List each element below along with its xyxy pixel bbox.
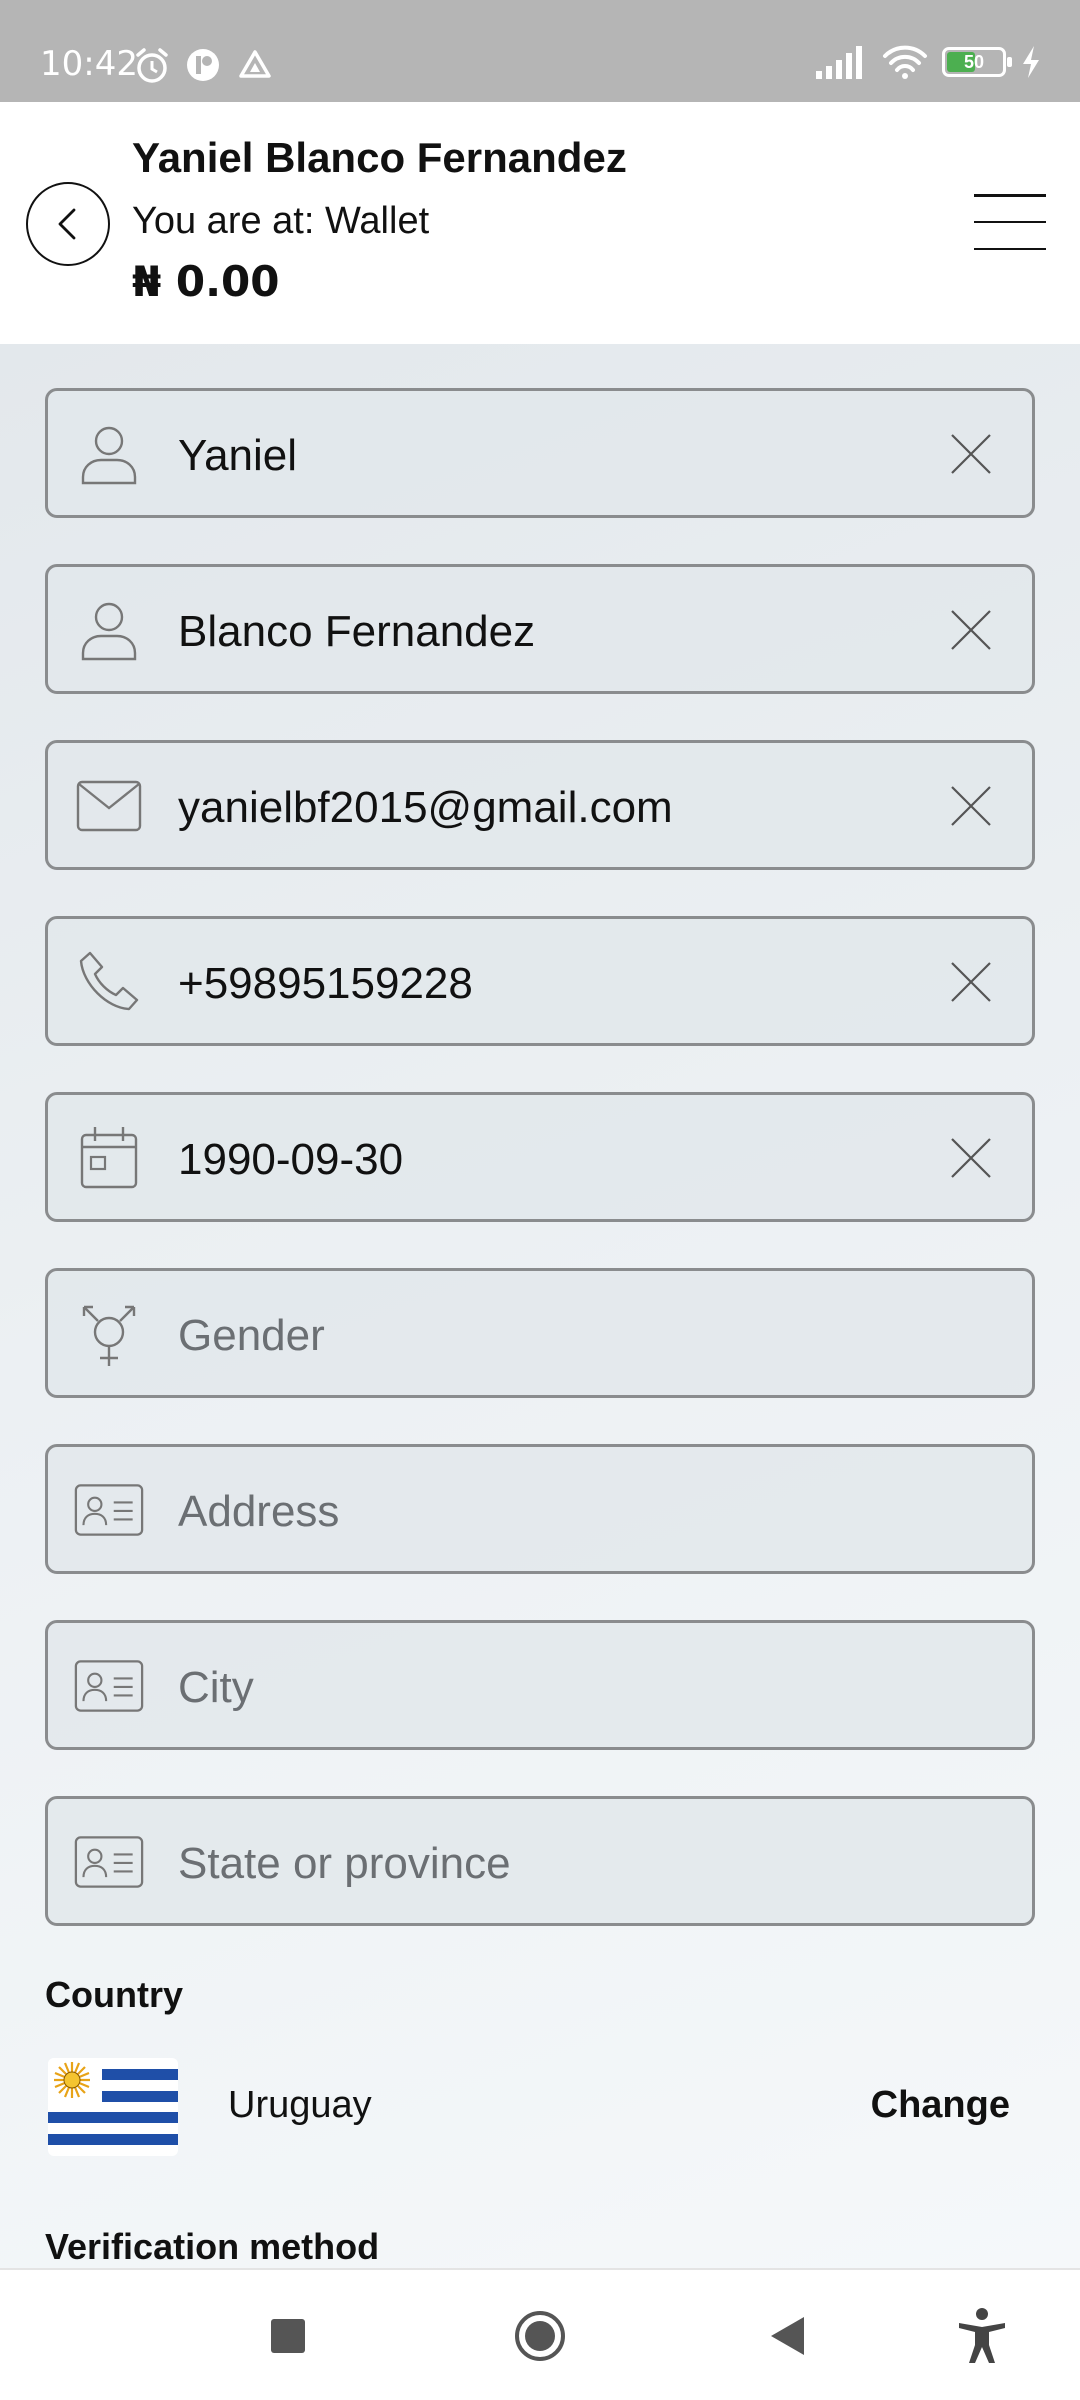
clear-icon[interactable] — [946, 1133, 996, 1183]
menu-icon — [974, 194, 1046, 197]
clear-icon[interactable] — [946, 605, 996, 655]
verification-method-label: Verification method — [45, 2226, 380, 2267]
status-right: 50 — [816, 42, 1042, 82]
person-icon — [74, 595, 144, 665]
first-name-input[interactable]: Yaniel — [178, 431, 297, 481]
wifi-icon — [883, 45, 927, 79]
clear-icon[interactable] — [946, 957, 996, 1007]
email-field[interactable]: yanielbf2015@gmail.com — [45, 740, 1035, 870]
profile-form: Yaniel Blanco Fernandez yanielbf2015@gma… — [0, 344, 1080, 2268]
signal-icon — [816, 46, 862, 79]
current-location: You are at: Wallet — [132, 200, 430, 242]
home-button[interactable] — [482, 2270, 598, 2400]
gender-field[interactable]: Gender — [45, 1268, 1035, 1398]
app-header: Yaniel Blanco Fernandez You are at: Wall… — [0, 102, 1080, 344]
triangle-back-icon — [771, 2317, 804, 2355]
state-field[interactable]: State or province — [45, 1796, 1035, 1926]
id-card-icon — [74, 1651, 144, 1721]
country-name: Uruguay — [228, 2084, 372, 2126]
calendar-icon — [74, 1123, 144, 1193]
alarm-icon — [136, 48, 168, 83]
back-button[interactable] — [26, 182, 110, 266]
phone-input[interactable]: +59895159228 — [178, 959, 473, 1009]
battery-icon: 50 — [942, 47, 1012, 77]
chevron-left-icon — [58, 208, 76, 240]
id-card-icon — [74, 1827, 144, 1897]
person-icon — [74, 419, 144, 489]
user-name: Yaniel Blanco Fernandez — [132, 134, 627, 181]
birth-date-input[interactable]: 1990-09-30 — [178, 1135, 403, 1185]
change-country-button[interactable]: Change — [871, 2084, 1010, 2127]
first-name-field[interactable]: Yaniel — [45, 388, 1035, 518]
status-time: 10:42 — [40, 44, 138, 84]
wallet-balance: ₦ 0.00 — [132, 257, 280, 306]
accessibility-button[interactable] — [924, 2270, 1040, 2400]
accessibility-icon — [959, 2308, 1005, 2363]
drive-icon — [239, 50, 271, 78]
id-card-icon — [74, 1475, 144, 1545]
birth-date-field[interactable]: 1990-09-30 — [45, 1092, 1035, 1222]
recents-button[interactable] — [230, 2270, 346, 2400]
battery-level: 50 — [963, 51, 985, 72]
address-field[interactable]: Address — [45, 1444, 1035, 1574]
app-notification-icon — [187, 49, 219, 81]
email-input[interactable]: yanielbf2015@gmail.com — [178, 783, 673, 833]
system-nav-bar — [0, 2268, 1080, 2400]
square-icon — [271, 2319, 305, 2353]
home-circle-icon — [515, 2311, 565, 2361]
mail-icon — [74, 771, 144, 841]
phone-field[interactable]: +59895159228 — [45, 916, 1035, 1046]
menu-button[interactable] — [974, 194, 1046, 250]
last-name-input[interactable]: Blanco Fernandez — [178, 607, 535, 657]
address-input[interactable]: Address — [178, 1487, 339, 1537]
country-label: Country — [45, 1974, 183, 2015]
gender-icon — [74, 1299, 144, 1369]
back-nav-button[interactable] — [730, 2270, 846, 2400]
clear-icon[interactable] — [946, 781, 996, 831]
phone-icon — [74, 947, 144, 1017]
charging-icon — [1023, 46, 1039, 78]
last-name-field[interactable]: Blanco Fernandez — [45, 564, 1035, 694]
state-input[interactable]: State or province — [178, 1839, 511, 1889]
city-field[interactable]: City — [45, 1620, 1035, 1750]
city-input[interactable]: City — [178, 1663, 254, 1713]
gender-input[interactable]: Gender — [178, 1311, 325, 1361]
status-bar: 10:42 50 — [0, 0, 1080, 102]
clear-icon[interactable] — [946, 429, 996, 479]
uruguay-flag-icon — [48, 2058, 178, 2156]
